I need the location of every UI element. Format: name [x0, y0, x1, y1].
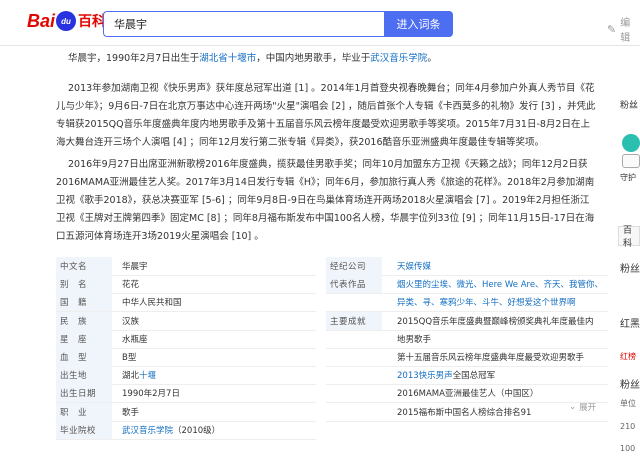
intro-paragraph-2: 2013年参加湖南卫视《快乐男声》获年度总冠军出道 [1] 。2014年1月首登…	[56, 83, 596, 148]
intro-text: ，中国内地男歌手，毕业于	[256, 53, 371, 64]
info-value-text: 第十五届音乐风云榜年度盛典年度最受欢迎男歌手	[397, 353, 585, 363]
info-value-text: 华晨宇	[122, 262, 148, 272]
info-value-text: B型	[122, 353, 137, 363]
info-label: 国 籍	[56, 293, 112, 312]
info-value-text: 2015福布斯中国名人榜综合排名91	[397, 407, 532, 418]
sidebar-redblack-red: 红榜	[620, 352, 636, 361]
info-value-link[interactable]: 十堰	[139, 369, 156, 381]
intro-paragraph-1: 华晨宇，1990年2月7日出生于湖北省十堰市，中国内地男歌手，毕业于武汉音乐学院…	[56, 50, 596, 68]
chevron-down-icon: ⌄	[569, 402, 577, 412]
info-value: 1990年2月7日	[122, 384, 180, 402]
info-value-text: 2016MAMA亚洲最佳艺人（中国区）	[397, 389, 539, 400]
info-value: 2015福布斯中国名人榜综合排名91	[397, 403, 531, 421]
info-value: 武汉音乐学院 （2010级）	[122, 421, 220, 439]
info-label: 民 族	[56, 311, 112, 330]
baidu-baike-logo[interactable]: Bai du 百科	[27, 8, 106, 34]
chat-icon[interactable]	[622, 154, 640, 168]
info-label: 经纪公司	[326, 257, 382, 275]
info-value: 异类、寻、寒鸦少年、斗牛、好想爱这个世界啊	[397, 293, 576, 311]
info-label: 星 座	[56, 329, 112, 348]
info-value-text: 湖北	[122, 371, 140, 382]
info-value: 2015QQ音乐年度盛典暨巅峰榜颁奖典礼年度最佳内	[397, 312, 594, 330]
sidebar-guard-label[interactable]: 守护	[620, 172, 636, 183]
info-value-link[interactable]: 武汉音乐学院	[122, 424, 173, 436]
edit-label: 编辑	[620, 18, 631, 44]
info-value: 湖北 十堰	[122, 366, 156, 384]
sidebar-num-2: 100	[620, 444, 636, 453]
info-row-divider	[326, 420, 608, 422]
info-value: 天娱传媒	[397, 257, 431, 275]
info-label: 出生地	[56, 366, 112, 385]
info-value: 华晨宇	[122, 257, 148, 275]
guard-icon[interactable]	[622, 134, 640, 152]
info-value-text: 1990年2月7日	[122, 389, 180, 400]
info-value-text: 全国总冠军	[452, 371, 496, 382]
intro-text: 华晨宇，1990年2月7日出生于	[68, 53, 200, 64]
info-value-text: 水瓶座	[122, 334, 148, 345]
info-row-divider	[56, 438, 316, 440]
sidebar-num-1: 210	[620, 422, 636, 431]
sidebar-redblack-title[interactable]: 红黑	[620, 315, 640, 330]
info-value-text: 歌手	[122, 407, 140, 418]
info-value: 花花	[122, 275, 139, 293]
info-value: 烟火里的尘埃、微光、Here We Are、齐天、我管你、	[397, 275, 603, 293]
info-value-text: 中华人民共和国	[122, 298, 182, 309]
school-link[interactable]: 武汉音乐学院	[370, 53, 427, 64]
info-value: 汉族	[122, 312, 139, 330]
info-row-divider	[326, 329, 608, 331]
info-value: 水瓶座	[122, 330, 148, 348]
sidebar-unit: 单位	[620, 399, 636, 408]
info-value-text: 2015QQ音乐年度盛典暨巅峰榜颁奖典礼年度最佳内	[397, 316, 594, 327]
info-value-text: 汉族	[122, 316, 140, 327]
top-bar: Bai du 百科 进入词条 ✎ 编辑	[0, 0, 640, 46]
info-value-link[interactable]: 烟火里的尘埃、微光、Here We Are、齐天、我管你、	[397, 278, 603, 290]
info-label: 中文名	[56, 257, 112, 275]
sidebar-baike-box[interactable]: 百科	[618, 226, 640, 249]
info-value: 中华人民共和国	[122, 293, 182, 311]
info-value: 2016MAMA亚洲最佳艺人（中国区）	[397, 384, 538, 402]
sidebar-fans-label[interactable]: 粉丝	[620, 98, 638, 111]
right-sidebar: 粉丝 守护 百科 粉丝 红黑 红榜 粉丝 单位 210 100	[618, 46, 640, 456]
logo-bai-text: Bai	[27, 10, 56, 31]
edit-link[interactable]: ✎ 编辑	[607, 14, 640, 44]
info-value-text: 花花	[122, 280, 140, 291]
info-label: 别 名	[56, 275, 112, 294]
info-value-link[interactable]: 异类、寻、寒鸦少年、斗牛、好想爱这个世界啊	[397, 296, 576, 308]
search-input[interactable]	[103, 11, 384, 37]
intro-text: 。	[427, 53, 437, 64]
intro-paragraph-3: 2016年9月27日出席亚洲新歌榜2016年度盛典，揽获最佳男歌手奖；同年10月…	[56, 159, 595, 242]
info-label: 职 业	[56, 402, 112, 421]
basic-info-table: 中文名 华晨宇别 名花花国 籍中华人民共和国民 族汉族星 座水瓶座血 型 B型 出生地…	[56, 257, 608, 440]
birthplace-link[interactable]: 湖北省十堰市	[199, 53, 256, 64]
sidebar-fans-title[interactable]: 粉丝	[620, 260, 640, 275]
info-value: B型	[122, 348, 136, 366]
info-value: 第十五届音乐风云榜年度盛典年度最受欢迎男歌手	[397, 348, 584, 366]
pencil-icon: ✎	[607, 22, 617, 36]
info-label: 毕业院校	[56, 420, 112, 439]
logo-paw-icon: du	[56, 11, 77, 31]
enter-entry-button[interactable]: 进入词条	[384, 11, 453, 37]
info-label: 代表作品	[326, 275, 382, 294]
info-value: 2013快乐男声 全国总冠军	[397, 366, 495, 384]
info-value: 歌手	[122, 403, 139, 421]
logo-baike-text: 百科	[78, 13, 107, 29]
sidebar-fans-title-2[interactable]: 粉丝	[620, 376, 640, 391]
info-value-text: 地男歌手	[397, 334, 432, 345]
expand-label: 展开	[579, 403, 597, 413]
info-label: 血 型	[56, 348, 112, 366]
sidebar-baike-label: 百科	[623, 226, 633, 249]
info-value-link[interactable]: 2013快乐男声	[397, 369, 453, 381]
info-label: 主要成就	[326, 311, 382, 330]
info-value-link[interactable]: 天娱传媒	[397, 260, 431, 272]
expand-button[interactable]: ⌄ 展开	[569, 401, 596, 413]
info-value-text: （2010级）	[173, 425, 221, 436]
info-label: 出生日期	[56, 384, 112, 403]
info-value: 地男歌手	[397, 330, 431, 348]
